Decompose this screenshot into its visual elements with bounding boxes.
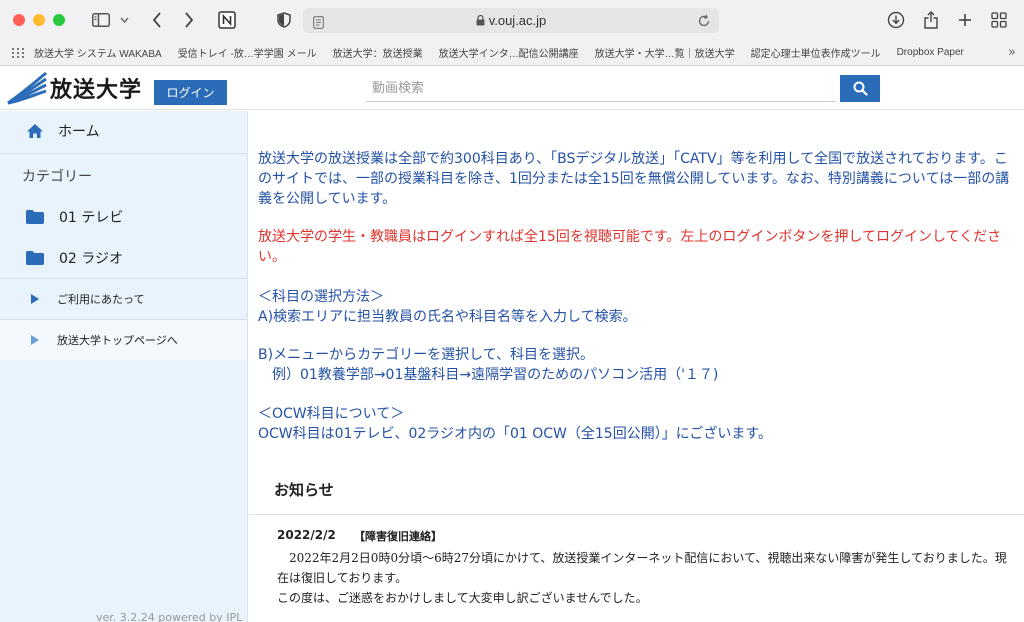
apps-grid-icon[interactable] (12, 43, 24, 62)
new-tab-icon[interactable] (956, 9, 974, 31)
notice-body: 2022年2月2日0時0分頃〜6時27分頃にかけて、放送授業インターネット配信に… (277, 548, 1017, 608)
selection-method-a: A)検索エリアに担当教員の氏名や科目名等を入力して検索。 (258, 309, 637, 325)
search-icon (853, 81, 868, 96)
selection-heading: ＜科目の選択方法＞ (258, 289, 384, 305)
chevron-down-icon[interactable] (118, 9, 130, 31)
sidebar-item-home[interactable]: ホーム (0, 111, 247, 151)
sidebar-item-label: 放送大学トップページへ (57, 334, 178, 347)
search-button[interactable] (840, 75, 880, 102)
bookmark-item[interactable]: 放送大学・大学…覧｜放送大学 (595, 45, 735, 60)
notion-icon[interactable] (216, 9, 238, 31)
ocw-heading: ＜OCW科目について＞ (258, 406, 405, 422)
notice-item: 2022/2/2 【障害復旧連絡】 2022年2月2日0時0分頃〜6時27分頃に… (249, 514, 1024, 622)
sidebar-toggle-icon[interactable] (90, 9, 112, 31)
ocw-text: OCW科目は01テレビ、02ラジオ内の「01 OCW（全15回公開）」にございま… (258, 426, 773, 442)
logo-text: 放送大学 (50, 78, 143, 103)
home-icon (27, 124, 43, 138)
forward-icon[interactable] (180, 9, 198, 31)
bookmarks-more-button[interactable]: » (1008, 45, 1016, 60)
folder-icon (26, 210, 44, 224)
url-text: v.ouj.ac.jp (488, 13, 547, 28)
login-button[interactable]: ログイン (154, 80, 227, 105)
window-controls (13, 14, 65, 26)
caret-right-icon (31, 335, 39, 345)
back-icon[interactable] (148, 9, 166, 31)
bookmark-item[interactable]: 放送大学インタ…配信公開講座 (439, 45, 579, 60)
bookmark-item[interactable]: 放送大学：放送授業 (333, 45, 423, 60)
sidebar-item-label: ご利用にあたって (57, 293, 145, 306)
notice-body-line: 2022年2月2日0時0分頃〜6時27分頃にかけて、放送授業インターネット配信に… (277, 551, 1007, 585)
download-icon[interactable] (886, 9, 906, 31)
address-bar[interactable]: v.ouj.ac.jp (303, 8, 719, 33)
logo-mark-icon (7, 71, 47, 105)
sidebar-item-radio[interactable]: 02 ラジオ (0, 238, 247, 278)
minimize-window-button[interactable] (33, 14, 45, 26)
main-content: 放送大学の放送授業は全部で約300科目あり、「BSデジタル放送」「CATV」等を… (249, 111, 1024, 622)
notice-title: 【障害復旧連絡】 (354, 530, 442, 543)
bookmarks-bar: 放送大学 システム WAKABA 受信トレイ -放…学学園 メール 放送大学：放… (0, 40, 1024, 66)
share-icon[interactable] (922, 9, 940, 31)
lock-icon (476, 15, 485, 26)
selection-method-b: B)メニューからカテゴリーを選択して、科目を選択。 (258, 347, 594, 363)
sidebar-item-top-page[interactable]: 放送大学トップページへ (0, 320, 247, 360)
sidebar-item-tv[interactable]: 01 テレビ (0, 197, 247, 237)
notice-body-line: この度は、ご迷惑をおかけしまして大変申し訳ございませんでした。 (277, 591, 648, 605)
tab-overview-icon[interactable] (990, 9, 1008, 31)
sidebar-item-usage[interactable]: ご利用にあたって (0, 279, 247, 319)
sidebar-divider (0, 153, 247, 154)
intro-paragraph: 放送大学の放送授業は全部で約300科目あり、「BSデジタル放送」「CATV」等を… (258, 151, 1010, 207)
site-header: 放送大学 ログイン (0, 67, 1024, 110)
notice-heading: お知らせ (274, 481, 334, 499)
browser-titlebar: v.ouj.ac.jp (0, 0, 1024, 40)
zoom-window-button[interactable] (53, 14, 65, 26)
version-text: ver. 3.2.24 powered by IPL (96, 611, 243, 622)
category-heading: カテゴリー (22, 169, 92, 185)
bookmark-item[interactable]: 認定心理士単位表作成ツール (751, 45, 881, 60)
login-notice: 放送大学の学生・教職員はログインすれば全15回を視聴可能です。左上のログインボタ… (258, 229, 1002, 265)
video-search-input[interactable] (366, 75, 836, 102)
sidebar-item-label: ホーム (58, 124, 100, 140)
bookmark-item[interactable]: Dropbox Paper (897, 47, 964, 58)
notice-date: 2022/2/2 (277, 528, 336, 542)
sidebar: ホーム カテゴリー 01 テレビ 02 ラジオ ご利用にあたって 放送大学トップ… (0, 111, 248, 622)
folder-icon (26, 251, 44, 265)
bookmark-item[interactable]: 受信トレイ -放…学学園 メール (178, 45, 317, 60)
sidebar-item-label: 01 テレビ (59, 210, 124, 226)
site-logo[interactable]: 放送大学 (6, 71, 142, 105)
caret-right-icon (31, 294, 39, 304)
reload-icon[interactable] (697, 13, 711, 32)
selection-example: 例）01教養学部→01基盤科目→遠隔学習のためのパソコン活用（'１７) (258, 367, 719, 383)
bookmark-item[interactable]: 放送大学 システム WAKABA (34, 45, 162, 60)
page-icon (313, 14, 324, 33)
sidebar-item-label: 02 ラジオ (59, 251, 123, 267)
close-window-button[interactable] (13, 14, 25, 26)
privacy-shield-icon[interactable] (274, 9, 294, 31)
